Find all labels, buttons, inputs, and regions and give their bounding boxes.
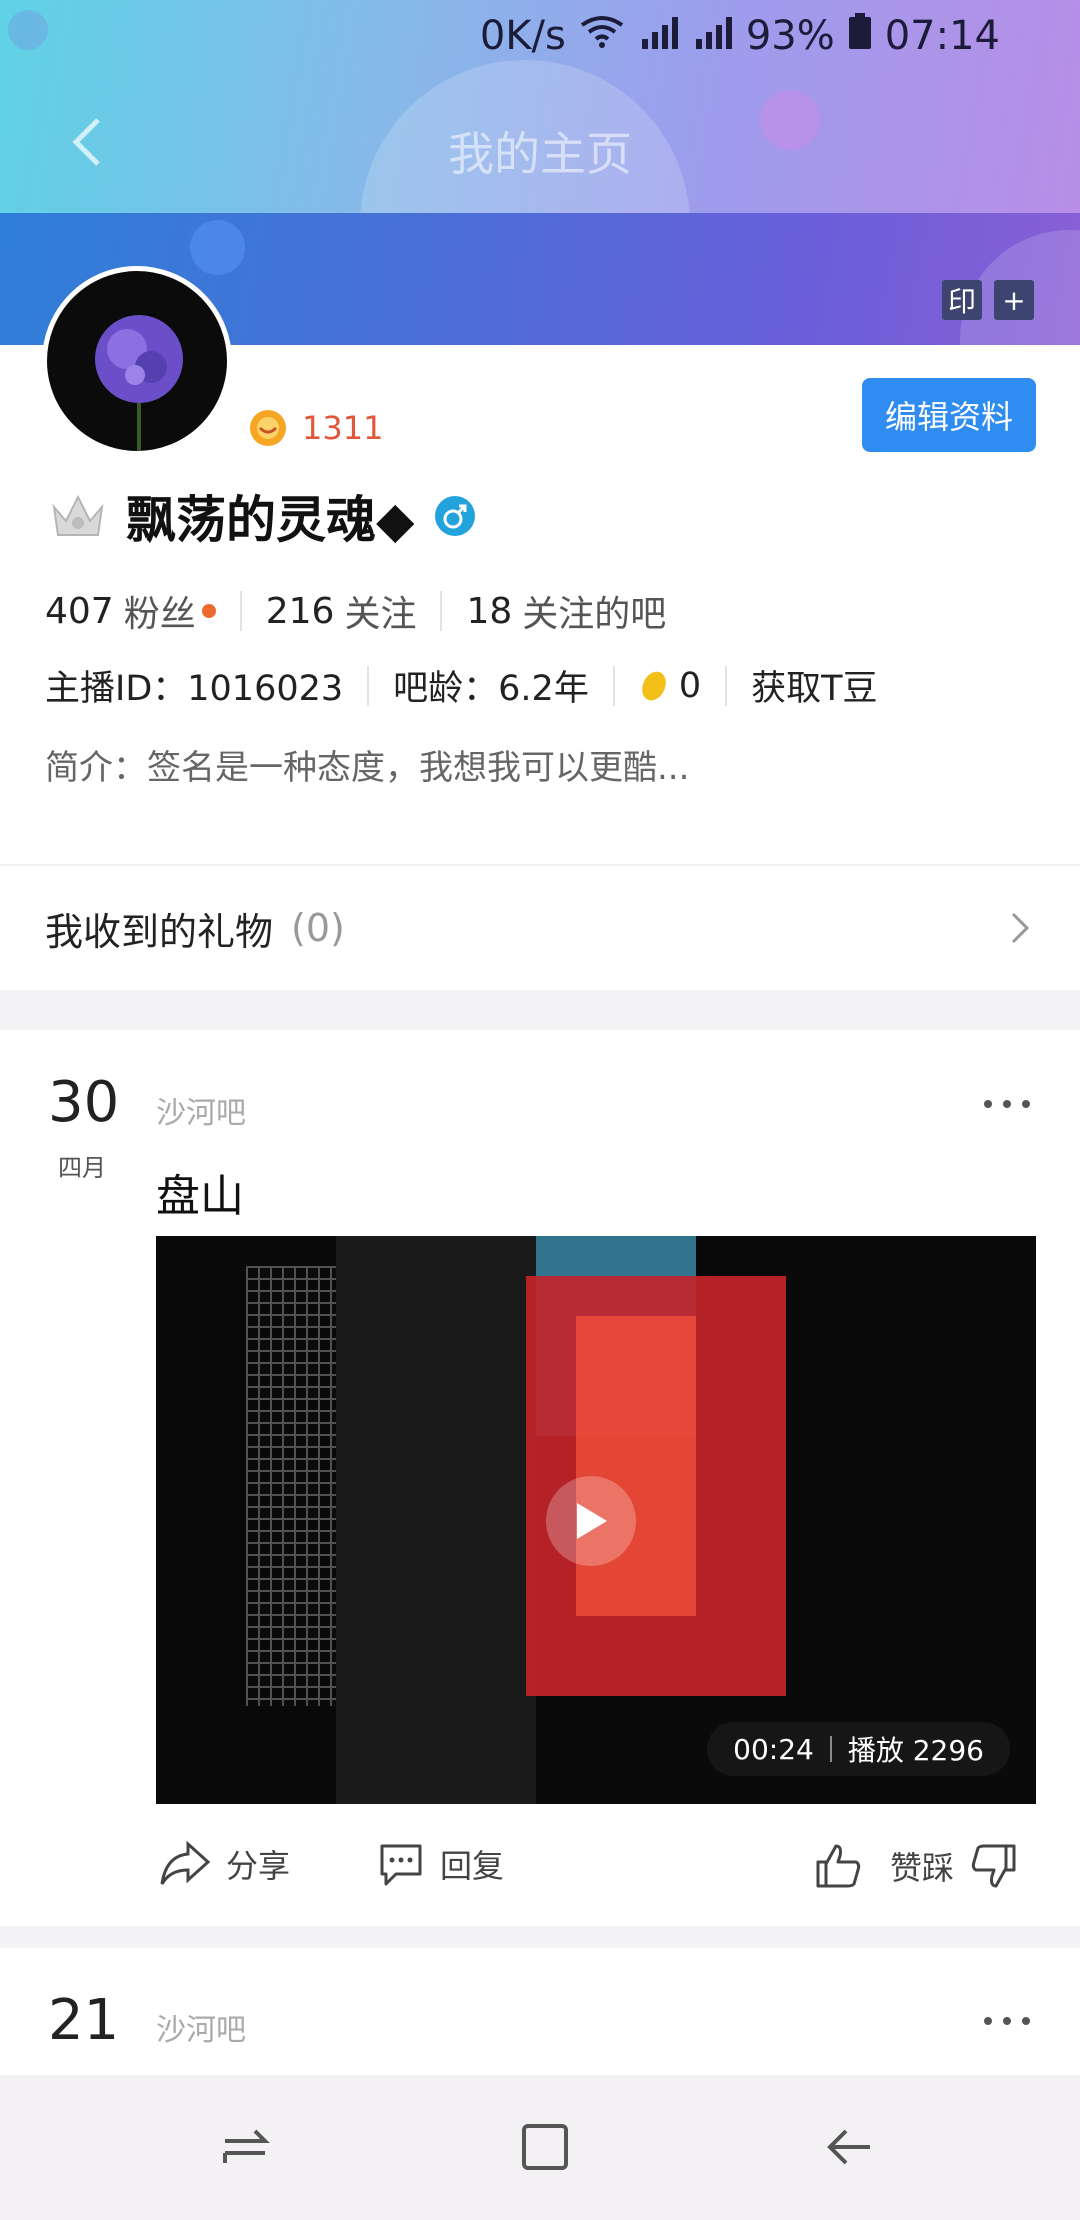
more-options-button[interactable] bbox=[982, 1995, 1032, 2041]
banner-bubble bbox=[190, 220, 245, 275]
followed-bars-stat[interactable]: 18 关注的吧 bbox=[466, 585, 666, 637]
back-nav-button[interactable] bbox=[820, 2117, 880, 2177]
status-bar: 0K/s 93% 07:14 bbox=[0, 0, 1080, 72]
divider bbox=[440, 591, 443, 631]
comment-icon bbox=[380, 1844, 422, 1886]
section-gap bbox=[0, 1926, 1080, 1948]
username-row: 飘荡的灵魂◆ bbox=[50, 480, 476, 552]
followed-bars-label: 关注的吧 bbox=[522, 594, 667, 635]
thumbs-down-icon[interactable] bbox=[968, 1840, 1020, 1892]
post-day: 21 bbox=[48, 1988, 120, 2053]
video-frame bbox=[336, 1236, 536, 1804]
avatar[interactable] bbox=[42, 266, 232, 456]
wifi-icon bbox=[580, 15, 624, 58]
gifts-count: (0) bbox=[291, 906, 345, 950]
following-count: 216 bbox=[265, 590, 335, 632]
divider bbox=[612, 665, 615, 706]
tdou-bean-icon bbox=[642, 671, 666, 700]
followed-bars-count: 18 bbox=[466, 590, 513, 632]
gifts-label: 我收到的礼物 bbox=[45, 909, 274, 954]
video-play-count: 播放 2296 bbox=[847, 1734, 984, 1767]
bar-age: 吧龄：6.2年 bbox=[393, 669, 589, 709]
tdou-balance[interactable]: 0 bbox=[639, 666, 701, 706]
more-dots-icon bbox=[984, 1100, 1030, 1108]
divider bbox=[367, 665, 370, 706]
username: 飘荡的灵魂◆ bbox=[126, 491, 415, 549]
followers-label: 粉丝 bbox=[123, 594, 196, 635]
print-button[interactable]: 印 bbox=[942, 280, 982, 320]
signal-icon bbox=[638, 13, 678, 59]
meta-row: 主播ID：1016023 吧龄：6.2年 0 获取T豆 bbox=[45, 660, 878, 711]
page-title: 我的主页 bbox=[448, 127, 632, 181]
stats-row: 407 粉丝 216 关注 18 关注的吧 bbox=[45, 585, 666, 637]
post-actions: 分享 回复 赞踩 bbox=[156, 1840, 1036, 1910]
crown-icon[interactable] bbox=[50, 491, 106, 541]
clock: 07:14 bbox=[884, 13, 1000, 59]
bio-text[interactable]: 简介：签名是一种态度，我想我可以更酷... bbox=[45, 740, 689, 789]
reply-label: 回复 bbox=[440, 1847, 505, 1885]
new-followers-dot bbox=[201, 604, 216, 618]
received-gifts-row[interactable]: 我收到的礼物 (0) bbox=[0, 866, 1080, 990]
post-forum-link[interactable]: 沙河吧 bbox=[156, 1088, 246, 1132]
following-stat[interactable]: 216 关注 bbox=[266, 585, 417, 637]
chevron-right-icon bbox=[1011, 912, 1030, 944]
network-speed: 0K/s bbox=[479, 13, 566, 59]
signal-icon bbox=[692, 13, 732, 59]
vote-label: 赞踩 bbox=[890, 1849, 955, 1887]
followers-stat[interactable]: 407 粉丝 bbox=[45, 585, 216, 637]
followers-count: 407 bbox=[45, 590, 114, 632]
user-level[interactable]: 1311 bbox=[246, 408, 383, 448]
share-icon bbox=[160, 1840, 211, 1885]
divider bbox=[239, 591, 242, 631]
tdou-count: 0 bbox=[678, 665, 702, 706]
video-info-pill: 00:24 播放 2296 bbox=[707, 1722, 1010, 1776]
play-button[interactable] bbox=[546, 1476, 636, 1566]
share-button[interactable]: 分享 bbox=[158, 1840, 290, 1888]
video-duration: 00:24 bbox=[733, 1732, 814, 1766]
video-frame bbox=[576, 1316, 696, 1616]
anchor-id: 主播ID：1016023 bbox=[45, 669, 344, 709]
reply-button[interactable]: 回复 bbox=[376, 1840, 504, 1888]
divider bbox=[725, 665, 728, 706]
edit-profile-button[interactable]: 编辑资料 bbox=[862, 378, 1036, 452]
post-forum-link[interactable]: 沙河吧 bbox=[156, 2005, 246, 2049]
male-gender-icon bbox=[435, 496, 476, 536]
battery-icon bbox=[848, 13, 871, 59]
battery-percent: 93% bbox=[745, 13, 835, 59]
post-day: 30 bbox=[48, 1070, 120, 1135]
following-label: 关注 bbox=[344, 594, 417, 635]
level-value: 1311 bbox=[302, 409, 384, 447]
divider bbox=[829, 1736, 832, 1762]
post-video[interactable]: 00:24 播放 2296 bbox=[156, 1236, 1036, 1804]
more-dots-icon bbox=[984, 2017, 1030, 2025]
system-nav-bar bbox=[0, 2075, 1080, 2220]
play-icon bbox=[577, 1503, 607, 1539]
flower-avatar-image bbox=[95, 315, 183, 451]
vote-controls: 赞踩 bbox=[812, 1840, 1020, 1892]
section-gap bbox=[0, 990, 1080, 1030]
more-options-button[interactable] bbox=[982, 1078, 1032, 1124]
back-arrow-icon bbox=[827, 2129, 870, 2165]
share-label: 分享 bbox=[226, 1847, 291, 1885]
post-month: 四月 bbox=[58, 1154, 106, 1182]
level-badge-icon bbox=[250, 410, 286, 446]
top-nav: 我的主页 bbox=[0, 100, 1080, 190]
home-button[interactable] bbox=[515, 2117, 575, 2177]
post-title[interactable]: 盘山 bbox=[156, 1160, 244, 1224]
recents-button[interactable] bbox=[215, 2117, 275, 2177]
thumbs-up-icon[interactable] bbox=[812, 1840, 864, 1892]
add-button[interactable]: + bbox=[994, 280, 1034, 320]
recents-icon bbox=[223, 2129, 270, 2163]
get-tdou-link[interactable]: 获取T豆 bbox=[751, 660, 877, 711]
home-square-icon bbox=[522, 2124, 568, 2170]
